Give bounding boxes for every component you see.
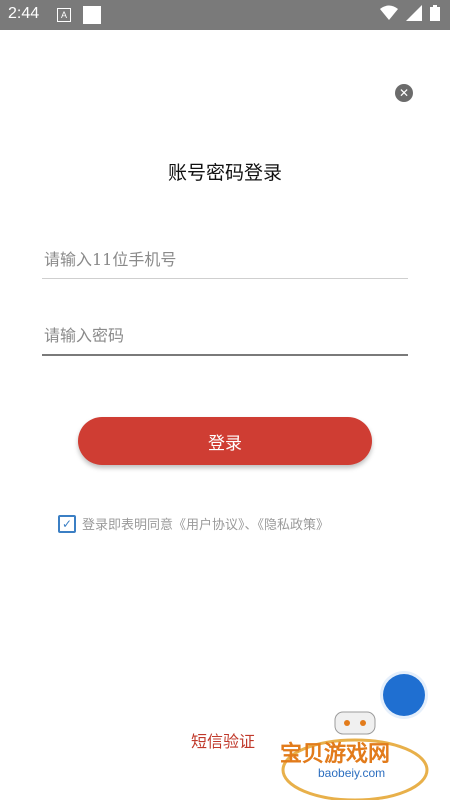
watermark: 宝贝游戏网 baobeiy.com — [270, 700, 440, 802]
watermark-title: 宝贝游戏网 — [280, 742, 391, 767]
notification-a-icon: A — [57, 8, 71, 22]
signal-icon — [406, 5, 422, 21]
sms-login-link[interactable]: 短信验证 — [191, 728, 255, 752]
wifi-icon — [380, 5, 398, 20]
agreement-checkbox[interactable]: ✓ — [58, 514, 76, 533]
close-button[interactable]: ✕ — [395, 84, 413, 102]
password-input[interactable] — [42, 314, 412, 356]
agreement-text[interactable]: 登录即表明同意《用户协议》、《隐私政策》 — [82, 514, 329, 533]
page-title: 账号密码登录 — [167, 162, 282, 184]
battery-icon — [430, 5, 440, 21]
watermark-subtitle: baobeiy.com — [318, 766, 386, 780]
phone-field[interactable] — [42, 238, 412, 280]
notification-square-icon — [83, 6, 101, 24]
phone-input[interactable] — [42, 238, 412, 280]
login-button[interactable]: 登录 — [78, 417, 372, 465]
status-bar: 2:44 A — [0, 0, 450, 30]
password-field[interactable] — [42, 314, 412, 356]
agreement-row[interactable]: ✓ 登录即表明同意《用户协议》、《隐私政策》 — [58, 514, 329, 533]
status-icons — [380, 5, 440, 21]
status-time: 2:44 — [8, 5, 40, 22]
